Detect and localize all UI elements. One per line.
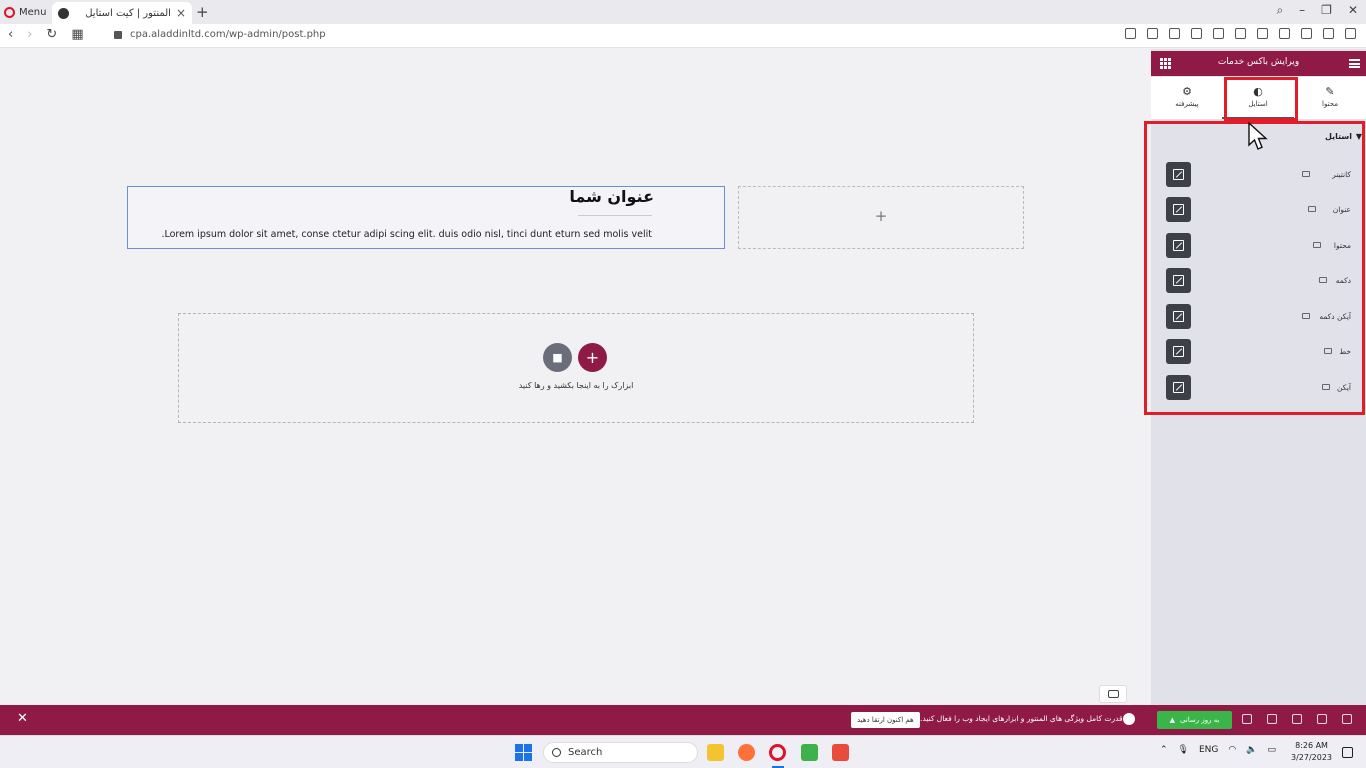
reload-button[interactable]: ↻ (46, 27, 57, 42)
heading-widget[interactable]: عنوان شما .Lorem ipsum dolor sit amet, c… (127, 186, 725, 249)
search-label: Search (568, 747, 603, 758)
url-field[interactable]: cpa.aladdinltd.com/wp-admin/post.php (114, 29, 326, 40)
heading-divider (578, 215, 652, 216)
style-tab-highlight (1224, 77, 1298, 121)
camera-icon[interactable] (1147, 28, 1158, 39)
tab-favicon-icon (58, 7, 69, 19)
heading-text: .Lorem ipsum dolor sit amet, conse ctetu… (161, 229, 652, 240)
heading-title: عنوان شما (569, 187, 654, 206)
chevron-up-icon[interactable]: ⌃ (1160, 745, 1168, 755)
close-window-button[interactable]: ✕ (1348, 3, 1358, 18)
elementor-logo-icon (1123, 713, 1135, 725)
add-widget-plus-icon[interactable]: + (739, 207, 1023, 225)
tab-content[interactable]: ✎ محتوا (1294, 77, 1366, 119)
upgrade-now-button[interactable]: هم اکنون ارتقا دهید (851, 712, 920, 728)
tab-content-label: محتوا (1322, 100, 1338, 108)
tab-advanced[interactable]: ⚙ پیشرفته (1151, 77, 1223, 119)
style-section-highlight (1144, 121, 1365, 415)
notice-close-icon[interactable]: ✕ (17, 711, 28, 726)
extension-icons (1125, 28, 1356, 39)
window-controls: ⌕ – ❐ ✕ (1276, 3, 1358, 18)
pencil-icon: ✎ (1325, 85, 1335, 98)
forward-button[interactable]: › (27, 27, 32, 42)
folder-icon: ■ (552, 351, 563, 364)
navigator-icon[interactable] (1317, 714, 1327, 724)
settings-icon[interactable] (1342, 714, 1352, 724)
url-text: cpa.aladdinltd.com/wp-admin/post.php (130, 29, 326, 40)
panel-title: ویرایش باکس خدمات (1217, 57, 1300, 67)
camtasia-recorder-icon[interactable] (832, 744, 849, 761)
taskbar-search[interactable]: Search (543, 742, 698, 763)
browser-tab[interactable]: المنتور | کیت استایل × (52, 2, 192, 24)
wifi-icon[interactable]: ◠ (1228, 745, 1236, 755)
system-tray: ⌃ 🎙 ENG ◠ 🔈 ▭ (1160, 745, 1276, 755)
preview-eye-icon[interactable] (1242, 714, 1252, 724)
tab-close-icon[interactable]: × (176, 6, 186, 20)
drop-area-text: ابزارک را به اینجا بکشید و رها کنید (518, 381, 634, 390)
caret-up-icon: ▲ (1169, 716, 1175, 724)
windows-start-icon[interactable] (515, 744, 532, 761)
profile-icon[interactable] (1279, 28, 1290, 39)
lock-icon (114, 30, 122, 39)
update-button[interactable]: به روز رسانی ▲ (1157, 711, 1232, 729)
camtasia-icon[interactable] (801, 744, 818, 761)
vpn-icon[interactable] (1235, 28, 1246, 39)
heart-icon[interactable] (1213, 28, 1224, 39)
battery-icon[interactable]: ▭ (1267, 745, 1276, 755)
notice-text: قدرت کامل ویژگی های المنتور و ابزارهای ا… (920, 714, 1123, 723)
tab-title: المنتور | کیت استایل (85, 7, 171, 19)
add-section-button[interactable]: + (578, 343, 607, 372)
download-icon[interactable] (1301, 28, 1312, 39)
update-button-label: به روز رسانی (1179, 716, 1220, 724)
chat-icon (1107, 690, 1119, 698)
hamburger-menu-icon[interactable] (1349, 59, 1360, 68)
tab-advanced-label: پیشرفته (1175, 100, 1199, 108)
firefox-icon[interactable] (738, 744, 755, 761)
mouse-cursor-icon (1248, 122, 1268, 150)
gear-icon: ⚙ (1182, 85, 1192, 98)
volume-icon[interactable]: 🔈 (1246, 745, 1257, 755)
opera-menu-button[interactable]: Menu (4, 3, 46, 21)
minimize-button[interactable]: – (1299, 3, 1305, 18)
responsive-icon[interactable] (1267, 714, 1277, 724)
drop-area[interactable]: ■ + ابزارک را به اینجا بکشید و رها کنید (178, 313, 974, 423)
notifications-icon[interactable] (1342, 747, 1353, 758)
menu-icon[interactable] (1345, 28, 1356, 39)
navigation-buttons: ‹ › ↻ ▦ (8, 27, 84, 42)
clock-time: 8:26 AM (1295, 741, 1328, 750)
empty-column[interactable]: + (738, 186, 1024, 249)
search-tabs-icon[interactable]: ⌕ (1276, 3, 1283, 18)
menu-label: Menu (19, 6, 47, 18)
history-icon[interactable] (1292, 714, 1302, 724)
opera-icon[interactable] (769, 744, 786, 761)
clock[interactable]: 8:26 AM 3/27/2023 (1291, 740, 1332, 764)
battery-icon[interactable] (1323, 28, 1334, 39)
shield-icon[interactable] (1169, 28, 1180, 39)
upgrade-notice-bar: ✕ هم اکنون ارتقا دهید قدرت کامل ویژگی ها… (0, 705, 1366, 735)
widgets-grid-icon[interactable] (1160, 58, 1171, 69)
windows-taskbar: Search ⌃ 🎙 ENG ◠ 🔈 ▭ 8:26 AM 3/27/2023 (0, 735, 1366, 768)
box-icon[interactable] (1191, 28, 1202, 39)
panel-footer-icons (1242, 714, 1352, 724)
cube-icon[interactable] (1257, 28, 1268, 39)
address-bar: ‹ › ↻ ▦ cpa.aladdinltd.com/wp-admin/post… (0, 24, 1366, 48)
back-button[interactable]: ‹ (8, 27, 13, 42)
microphone-icon[interactable]: 🎙 (1178, 745, 1189, 755)
comments-button[interactable] (1099, 685, 1127, 703)
restore-button[interactable]: ❐ (1321, 3, 1332, 18)
editor-canvas: عنوان شما .Lorem ipsum dolor sit amet, c… (0, 49, 1150, 705)
browser-tab-bar: Menu المنتور | کیت استایل × + ⌕ – ❐ ✕ (0, 0, 1366, 24)
opera-logo-icon (4, 6, 15, 18)
new-tab-button[interactable]: + (196, 3, 209, 21)
search-icon (552, 748, 561, 757)
file-explorer-icon[interactable] (707, 744, 724, 761)
tabs-grid-icon[interactable]: ▦ (71, 27, 83, 42)
language-indicator[interactable]: ENG (1199, 745, 1218, 755)
template-library-button[interactable]: ■ (543, 343, 572, 372)
panel-header: ویرایش باکس خدمات (1151, 51, 1366, 76)
clock-date: 3/27/2023 (1291, 753, 1333, 762)
share-icon[interactable] (1125, 28, 1136, 39)
